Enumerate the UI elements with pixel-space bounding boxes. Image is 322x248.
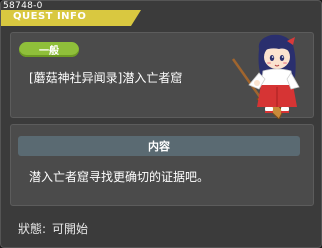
npc-shrine-maiden-icon [231,34,300,119]
quest-name: [蘑菇神社异闻录]潜入亡者窟 [29,71,183,85]
quest-info-window: 58748-0 QUEST INFO 一般 [蘑菇神社异闻录]潜入亡者窟 内容 … [0,0,322,248]
status-label: 狀態: [18,222,47,236]
window-title: QUEST INFO [13,11,87,22]
content-text: 潜入亡者窟寻找更确切的证据吧。 [29,170,210,184]
category-badge: 一般 [19,42,79,57]
content-header: 内容 [18,136,300,156]
status-value: 可開始 [52,222,89,236]
title-bar[interactable]: QUEST INFO [1,10,321,26]
quest-status: 狀態: 可開始 [18,220,94,237]
